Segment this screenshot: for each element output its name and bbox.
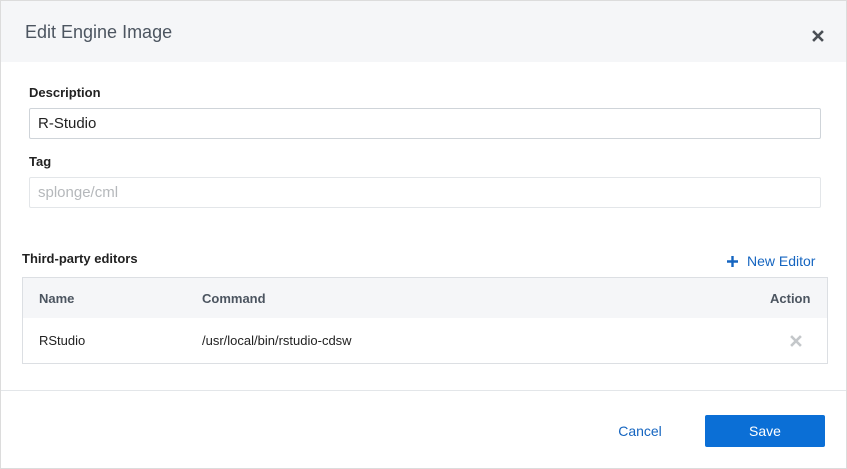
dialog-title: Edit Engine Image [25,22,173,42]
tag-input[interactable]: splonge/cml [29,177,821,208]
cancel-button[interactable]: Cancel [596,415,684,447]
editor-command: /usr/local/bin/rstudio-cdsw [202,333,352,348]
column-header-action: Action [770,291,811,306]
column-header-name: Name [39,291,75,306]
edit-engine-image-dialog: Edit Engine Image Description Tag splong… [0,0,847,469]
editor-name: RStudio [39,333,86,348]
footer-divider [1,390,846,391]
description-input[interactable] [29,108,821,139]
close-icon[interactable] [812,30,824,42]
new-editor-label: New Editor [747,253,816,269]
save-button[interactable]: Save [705,415,825,447]
table-header: Name Command Action [23,278,827,318]
plus-icon [727,255,738,267]
new-editor-button[interactable]: New Editor [727,253,815,269]
table-row: RStudio /usr/local/bin/rstudio-cdsw [23,318,827,363]
dialog-header: Edit Engine Image [1,1,846,62]
editors-table: Name Command Action RStudio /usr/local/b… [22,277,828,364]
tag-label: Tag [29,154,52,169]
column-header-command: Command [202,291,266,306]
third-party-editors-title: Third-party editors [22,251,138,266]
description-label: Description [29,85,101,100]
close-icon[interactable] [790,335,802,347]
